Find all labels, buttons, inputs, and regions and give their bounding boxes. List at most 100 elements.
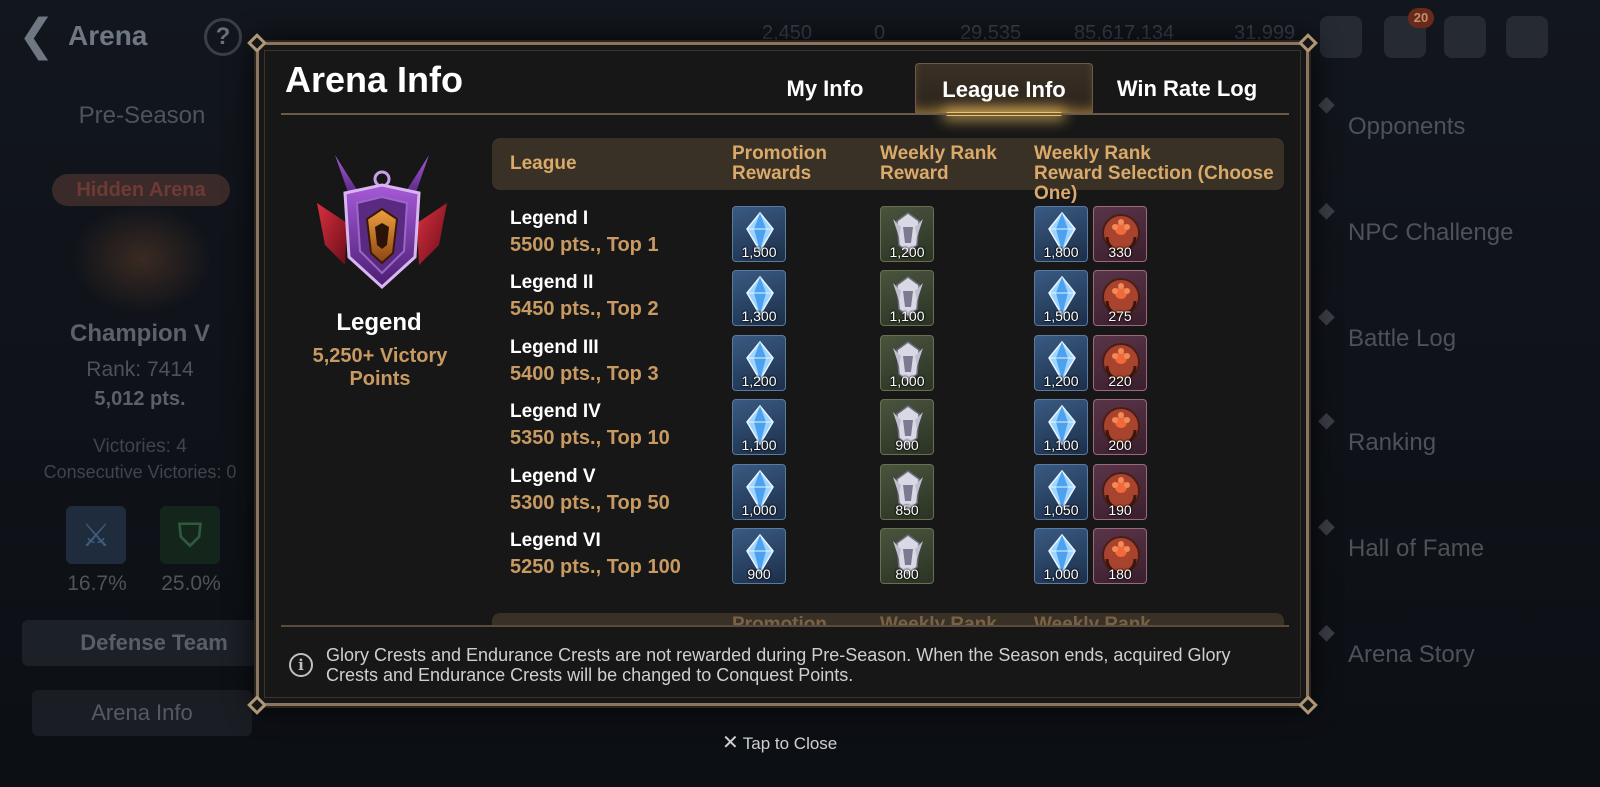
header-divider bbox=[281, 113, 1289, 115]
selection-reward-endurance[interactable]: 275 bbox=[1093, 270, 1147, 327]
column-header-weekly-2: Reward bbox=[880, 163, 949, 184]
attack-swords-icon: ⚔ bbox=[66, 506, 126, 564]
reward-quantity: 850 bbox=[895, 501, 919, 518]
menu-label: Arena Story bbox=[1348, 641, 1475, 668]
row-league-requirement: 5450 pts., Top 2 bbox=[510, 298, 659, 321]
row-league-name: Legend I bbox=[510, 208, 589, 229]
info-icon: i bbox=[289, 653, 313, 677]
close-icon: ✕ bbox=[722, 730, 739, 754]
back-button[interactable]: ❮ bbox=[18, 12, 58, 60]
selection-reward-gem[interactable]: 1,200 bbox=[1034, 334, 1088, 391]
column-header-weekly-1: Weekly Rank bbox=[880, 143, 997, 164]
menu-ranking[interactable]: ◆ Ranking bbox=[1312, 408, 1600, 488]
row-league-name: Legend III bbox=[510, 336, 599, 358]
table-row: Legend II 5450 pts., Top 2 1,300 1,100 1,500… bbox=[492, 264, 1284, 328]
rank-emblem-icon bbox=[72, 204, 212, 314]
npc-icon: ◆ bbox=[1318, 198, 1335, 223]
reward-quantity: 1,500 bbox=[1043, 308, 1079, 325]
modal-title: Arena Info bbox=[285, 59, 464, 100]
reward-table-header: League Promotion Rewards Weekly Rank Rew… bbox=[492, 138, 1284, 204]
reward-quantity: 200 bbox=[1108, 437, 1132, 454]
arena-info-button[interactable]: Arena Info bbox=[32, 690, 252, 736]
row-league-name: Legend VI bbox=[510, 530, 601, 551]
reward-quantity: 900 bbox=[895, 437, 919, 454]
weekly-reward-crest[interactable]: 900 bbox=[880, 399, 934, 456]
weekly-reward-crest[interactable]: 1,200 bbox=[880, 206, 934, 262]
menu-label: Hall of Fame bbox=[1348, 535, 1485, 562]
tap-to-close-button[interactable]: ✕ Tap to Close bbox=[722, 730, 837, 754]
menu-icon[interactable] bbox=[1506, 16, 1548, 58]
defense-shield-icon: ⛉ bbox=[160, 506, 220, 564]
battle-log-icon: ◆ bbox=[1318, 304, 1335, 329]
weekly-reward-crest[interactable]: 800 bbox=[880, 528, 934, 584]
reward-quantity: 1,100 bbox=[741, 437, 777, 454]
promotion-reward-gem[interactable]: 900 bbox=[732, 528, 786, 584]
reward-quantity: 220 bbox=[1108, 372, 1132, 389]
weekly-reward-crest[interactable]: 1,100 bbox=[880, 270, 934, 327]
reward-quantity: 1,000 bbox=[889, 372, 925, 389]
menu-battle-log[interactable]: ◆ Battle Log bbox=[1312, 304, 1600, 384]
reward-quantity: 275 bbox=[1108, 308, 1132, 325]
reward-quantity: 1,000 bbox=[741, 501, 777, 518]
column-header-promotion-1: Promotion bbox=[732, 143, 827, 164]
selection-reward-gem[interactable]: 1,050 bbox=[1034, 463, 1088, 520]
reward-quantity: 330 bbox=[1108, 244, 1132, 260]
promotion-reward-gem[interactable]: 1,100 bbox=[732, 399, 786, 456]
menu-arena-story[interactable]: ◆ Arena Story bbox=[1312, 620, 1600, 700]
menu-label: Ranking bbox=[1348, 429, 1437, 456]
attack-win-rate: 16.7% bbox=[67, 572, 127, 595]
promotion-reward-gem[interactable]: 1,500 bbox=[732, 206, 786, 262]
tab-my-info[interactable]: My Info bbox=[739, 63, 911, 114]
selection-reward-gem[interactable]: 1,000 bbox=[1034, 528, 1088, 584]
row-league-requirement: 5250 pts., Top 100 bbox=[510, 556, 681, 578]
promotion-reward-gem[interactable]: 1,200 bbox=[732, 334, 786, 391]
row-league-requirement: 5500 pts., Top 1 bbox=[510, 234, 659, 256]
tab-league-info[interactable]: League Info bbox=[915, 63, 1093, 116]
selection-reward-endurance[interactable]: 190 bbox=[1093, 463, 1147, 520]
menu-label: Opponents bbox=[1348, 113, 1466, 140]
chat-icon[interactable] bbox=[1444, 16, 1486, 58]
menu-npc-challenge[interactable]: ◆ NPC Challenge bbox=[1312, 198, 1600, 278]
menu-hall-of-fame[interactable]: ◆ Hall of Fame bbox=[1312, 514, 1600, 594]
help-button[interactable]: ? bbox=[204, 18, 242, 56]
weekly-reward-crest[interactable]: 850 bbox=[880, 463, 934, 520]
weekly-reward-crest[interactable]: 1,000 bbox=[880, 334, 934, 391]
row-league-name: Legend IV bbox=[510, 401, 601, 423]
tab-win-rate-log[interactable]: Win Rate Log bbox=[1097, 63, 1277, 114]
reward-quantity: 1,050 bbox=[1043, 501, 1079, 518]
menu-label: Battle Log bbox=[1348, 325, 1457, 352]
menu-opponents[interactable]: ◆ Opponents bbox=[1312, 92, 1600, 172]
promotion-reward-gem[interactable]: 1,300 bbox=[732, 270, 786, 327]
selection-reward-endurance[interactable]: 220 bbox=[1093, 334, 1147, 391]
arena-info-modal: Arena Info My Info League Info Win Rate … bbox=[247, 33, 1318, 715]
row-league-name: Legend II bbox=[510, 272, 594, 294]
column-header-promotion-2: Rewards bbox=[732, 163, 812, 184]
rank-points: 5,012 pts. bbox=[94, 388, 186, 410]
selection-reward-gem[interactable]: 1,800 bbox=[1034, 206, 1088, 262]
selection-reward-gem[interactable]: 1,100 bbox=[1034, 399, 1088, 456]
selection-reward-endurance[interactable]: 200 bbox=[1093, 399, 1147, 456]
reward-quantity: 1,300 bbox=[741, 308, 777, 325]
row-league-requirement: 5400 pts., Top 3 bbox=[510, 362, 659, 385]
opponents-icon: ◆ bbox=[1318, 92, 1335, 117]
reward-quantity: 190 bbox=[1108, 501, 1132, 518]
defense-team-button[interactable]: Defense Team bbox=[22, 620, 260, 666]
arena-status-panel: Pre-Season Hidden Arena Champion V Rank:… bbox=[22, 92, 260, 742]
table-row: Legend IV 5350 pts., Top 10 1,100 900 1,100 2… bbox=[492, 393, 1284, 457]
friends-icon[interactable] bbox=[1320, 16, 1362, 58]
row-league-requirement: 5300 pts., Top 50 bbox=[510, 491, 670, 514]
reward-quantity: 180 bbox=[1108, 566, 1132, 582]
reward-quantity: 1,000 bbox=[1043, 566, 1079, 582]
promotion-reward-gem[interactable]: 1,000 bbox=[732, 463, 786, 520]
selection-reward-endurance[interactable]: 180 bbox=[1093, 528, 1147, 584]
league-requirement: 5,250+ Victory Points bbox=[312, 345, 448, 390]
hidden-arena-button[interactable]: Hidden Arena bbox=[52, 174, 230, 206]
row-league-requirement: 5350 pts., Top 10 bbox=[510, 427, 670, 450]
reward-quantity: 1,200 bbox=[889, 244, 925, 260]
table-row: Legend VI 5250 pts., Top 100 900 800 1,000 18… bbox=[492, 522, 1284, 586]
selection-reward-gem[interactable]: 1,500 bbox=[1034, 270, 1088, 327]
selection-reward-endurance[interactable]: 330 bbox=[1093, 206, 1147, 262]
table-row: Legend III 5400 pts., Top 3 1,200 1,000 1,20… bbox=[492, 329, 1284, 393]
screen-title: Arena bbox=[68, 20, 148, 51]
reward-quantity: 1,500 bbox=[741, 244, 777, 260]
